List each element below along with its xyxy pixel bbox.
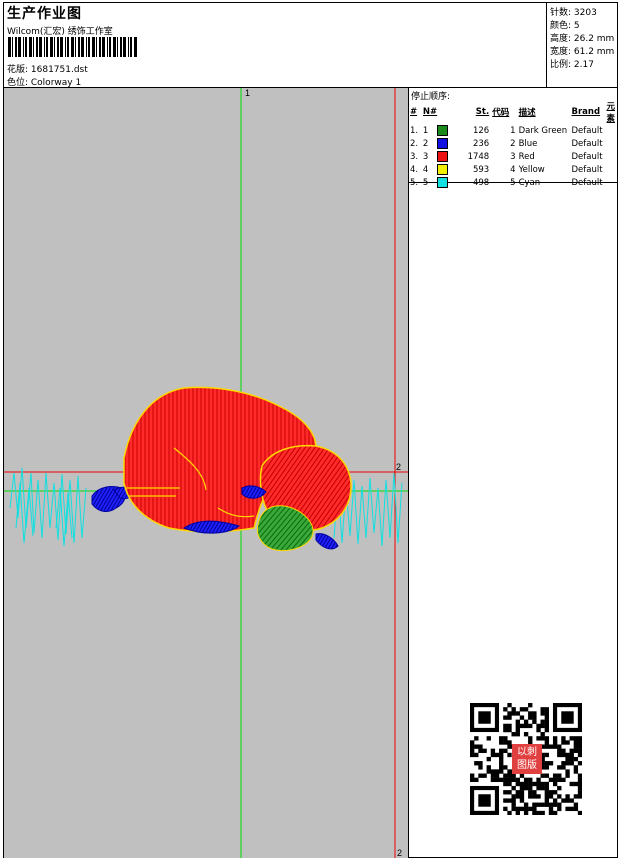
axis-label-bottom: 2: [397, 848, 402, 858]
color-swatch: [437, 138, 449, 149]
color-table: # N# St. 代码 描述 Brand 元素 1. 1 126 1 Dark Gre…: [410, 100, 618, 189]
row-index: 2.: [410, 138, 419, 149]
row-stitches: 593: [472, 164, 490, 175]
colorway-label: 色位: Colorway 1: [7, 78, 82, 88]
row-stitches: 498: [472, 177, 490, 188]
color-row: 5. 5 498 5 Cyan Default: [410, 176, 618, 189]
seal-text-2: 图版: [517, 760, 537, 771]
row-index: 4.: [410, 164, 419, 175]
row-description: Dark Green: [518, 125, 568, 136]
color-count: 颜色: 5: [550, 21, 580, 31]
header-element: 元素: [606, 102, 615, 124]
row-code: 1: [510, 125, 516, 136]
needle-number: 5: [422, 178, 429, 188]
embroidery-preview: 1 2 2: [4, 88, 408, 858]
row-element: [606, 176, 618, 189]
header-code: 代码: [492, 108, 510, 118]
axis-label-top: 1: [245, 88, 250, 98]
header-index: #: [410, 107, 418, 117]
row-code: 3: [510, 151, 516, 162]
row-needle: 4: [423, 163, 452, 176]
row-description: Red: [518, 151, 535, 162]
design-file-label: 花版: 1681751.dst: [7, 65, 88, 75]
color-table-header: # N# St. 代码 描述 Brand 元素: [410, 100, 618, 124]
design-scale: 比例: 2.17: [550, 60, 594, 70]
row-needle: 3: [423, 150, 452, 163]
row-stitches: 1748: [467, 151, 490, 162]
needle-number: 1: [422, 126, 429, 136]
row-description: Blue: [518, 138, 538, 149]
barcode: [8, 37, 137, 57]
color-swatch: [437, 151, 449, 162]
stop-sequence-panel: 停止顺序: # N# St. 代码 描述 Brand 元素 1. 1 126 1 Da…: [409, 88, 618, 188]
header-needle: N#: [422, 107, 438, 117]
row-needle: 2: [423, 137, 452, 150]
row-code: 2: [510, 138, 516, 149]
row-index: 3.: [410, 151, 419, 162]
stitch-count: 针数: 3203: [550, 8, 597, 18]
row-brand: Default: [571, 151, 603, 162]
color-row: 2. 2 236 2 Blue Default: [410, 137, 618, 150]
row-brand: Default: [571, 125, 603, 136]
design-height: 高度: 26.2 mm: [550, 34, 615, 44]
design-canvas[interactable]: 1 2 2: [4, 88, 408, 858]
color-swatch: [437, 125, 449, 136]
row-brand: Default: [571, 138, 603, 149]
color-swatch: [437, 164, 449, 175]
stats-panel: 针数: 3203 颜色: 5 高度: 26.2 mm 宽度: 61.2 mm 比…: [546, 2, 618, 87]
row-element: [606, 137, 618, 150]
panel-separator: [408, 88, 409, 858]
row-needle: 1: [423, 124, 452, 137]
row-index: 5.: [410, 177, 419, 188]
needle-number: 4: [422, 165, 429, 175]
row-description: Cyan: [518, 177, 541, 188]
needle-number: 3: [422, 152, 429, 162]
header-description: 描述: [518, 108, 536, 118]
row-index: 1.: [410, 125, 419, 136]
header-stitches: St.: [475, 107, 490, 117]
row-brand: Default: [571, 177, 603, 188]
row-needle: 5: [423, 176, 452, 189]
row-stitches: 126: [472, 125, 490, 136]
red-seal-logo: 以刺 图版: [512, 744, 542, 774]
row-stitches: 236: [472, 138, 490, 149]
row-code: 5: [510, 177, 516, 188]
color-row: 4. 4 593 4 Yellow Default: [410, 163, 618, 176]
row-brand: Default: [571, 164, 603, 175]
color-row: 1. 1 126 1 Dark Green Default: [410, 124, 618, 137]
header-brand: Brand: [571, 107, 601, 117]
needle-number: 2: [422, 139, 429, 149]
row-element: [606, 163, 618, 176]
row-code: 4: [510, 164, 516, 175]
seal-text-1: 以刺: [517, 747, 537, 758]
color-swatch: [437, 177, 449, 188]
studio-name: Wilcom(汇宏) 绣饰工作室: [7, 27, 113, 37]
row-description: Yellow: [518, 164, 545, 175]
row-element: [606, 150, 618, 163]
row-element: [606, 124, 618, 137]
page-title: 生产作业图: [7, 6, 82, 22]
design-width: 宽度: 61.2 mm: [550, 47, 615, 57]
axis-label-right: 2: [396, 462, 401, 472]
color-row: 3. 3 1748 3 Red Default: [410, 150, 618, 163]
